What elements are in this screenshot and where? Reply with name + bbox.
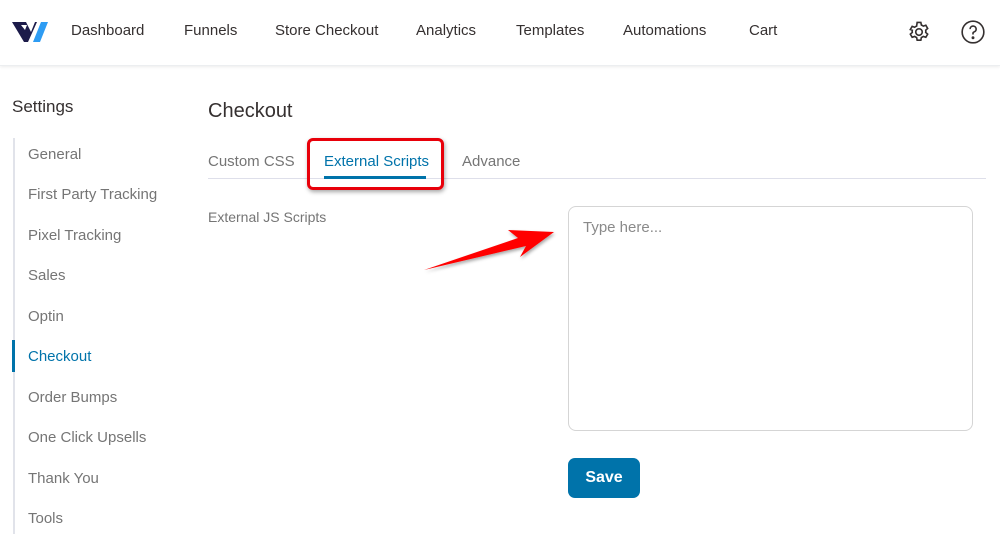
sidebar-item-tools[interactable]: Tools (28, 510, 63, 527)
nav-templates[interactable]: Templates (516, 22, 584, 39)
nav-dashboard[interactable]: Dashboard (71, 22, 144, 39)
sidebar-item-one-click-upsells[interactable]: One Click Upsells (28, 429, 146, 446)
tab-advance[interactable]: Advance (462, 153, 520, 170)
annotation-highlight-box (307, 138, 444, 190)
external-js-scripts-label: External JS Scripts (208, 209, 327, 225)
sidebar-item-optin[interactable]: Optin (28, 308, 64, 325)
sidebar-title: Settings (12, 97, 74, 116)
sidebar-item-general[interactable]: General (28, 146, 81, 163)
help-icon[interactable] (960, 19, 986, 45)
sidebar-item-checkout[interactable]: Checkout (28, 348, 91, 365)
gear-icon[interactable] (906, 19, 932, 45)
page-title: Checkout (208, 100, 293, 122)
save-button[interactable]: Save (568, 458, 640, 498)
external-js-scripts-input[interactable] (568, 206, 973, 431)
top-navigation-bar: Dashboard Funnels Store Checkout Analyti… (0, 0, 1000, 66)
sidebar-rail (13, 138, 15, 534)
nav-funnels[interactable]: Funnels (184, 22, 237, 39)
tab-custom-css[interactable]: Custom CSS (208, 153, 295, 170)
nav-cart[interactable]: Cart (749, 22, 777, 39)
nav-store-checkout[interactable]: Store Checkout (275, 22, 378, 39)
sidebar-item-sales[interactable]: Sales (28, 267, 66, 284)
brand-logo-icon[interactable] (12, 20, 50, 42)
nav-analytics[interactable]: Analytics (416, 22, 476, 39)
nav-automations[interactable]: Automations (623, 22, 706, 39)
sidebar-active-indicator (12, 340, 15, 372)
sidebar-item-first-party-tracking[interactable]: First Party Tracking (28, 186, 157, 203)
sidebar-item-order-bumps[interactable]: Order Bumps (28, 389, 117, 406)
sidebar-item-thank-you[interactable]: Thank You (28, 470, 99, 487)
sidebar-item-pixel-tracking[interactable]: Pixel Tracking (28, 227, 121, 244)
annotation-arrow-icon (424, 230, 554, 270)
